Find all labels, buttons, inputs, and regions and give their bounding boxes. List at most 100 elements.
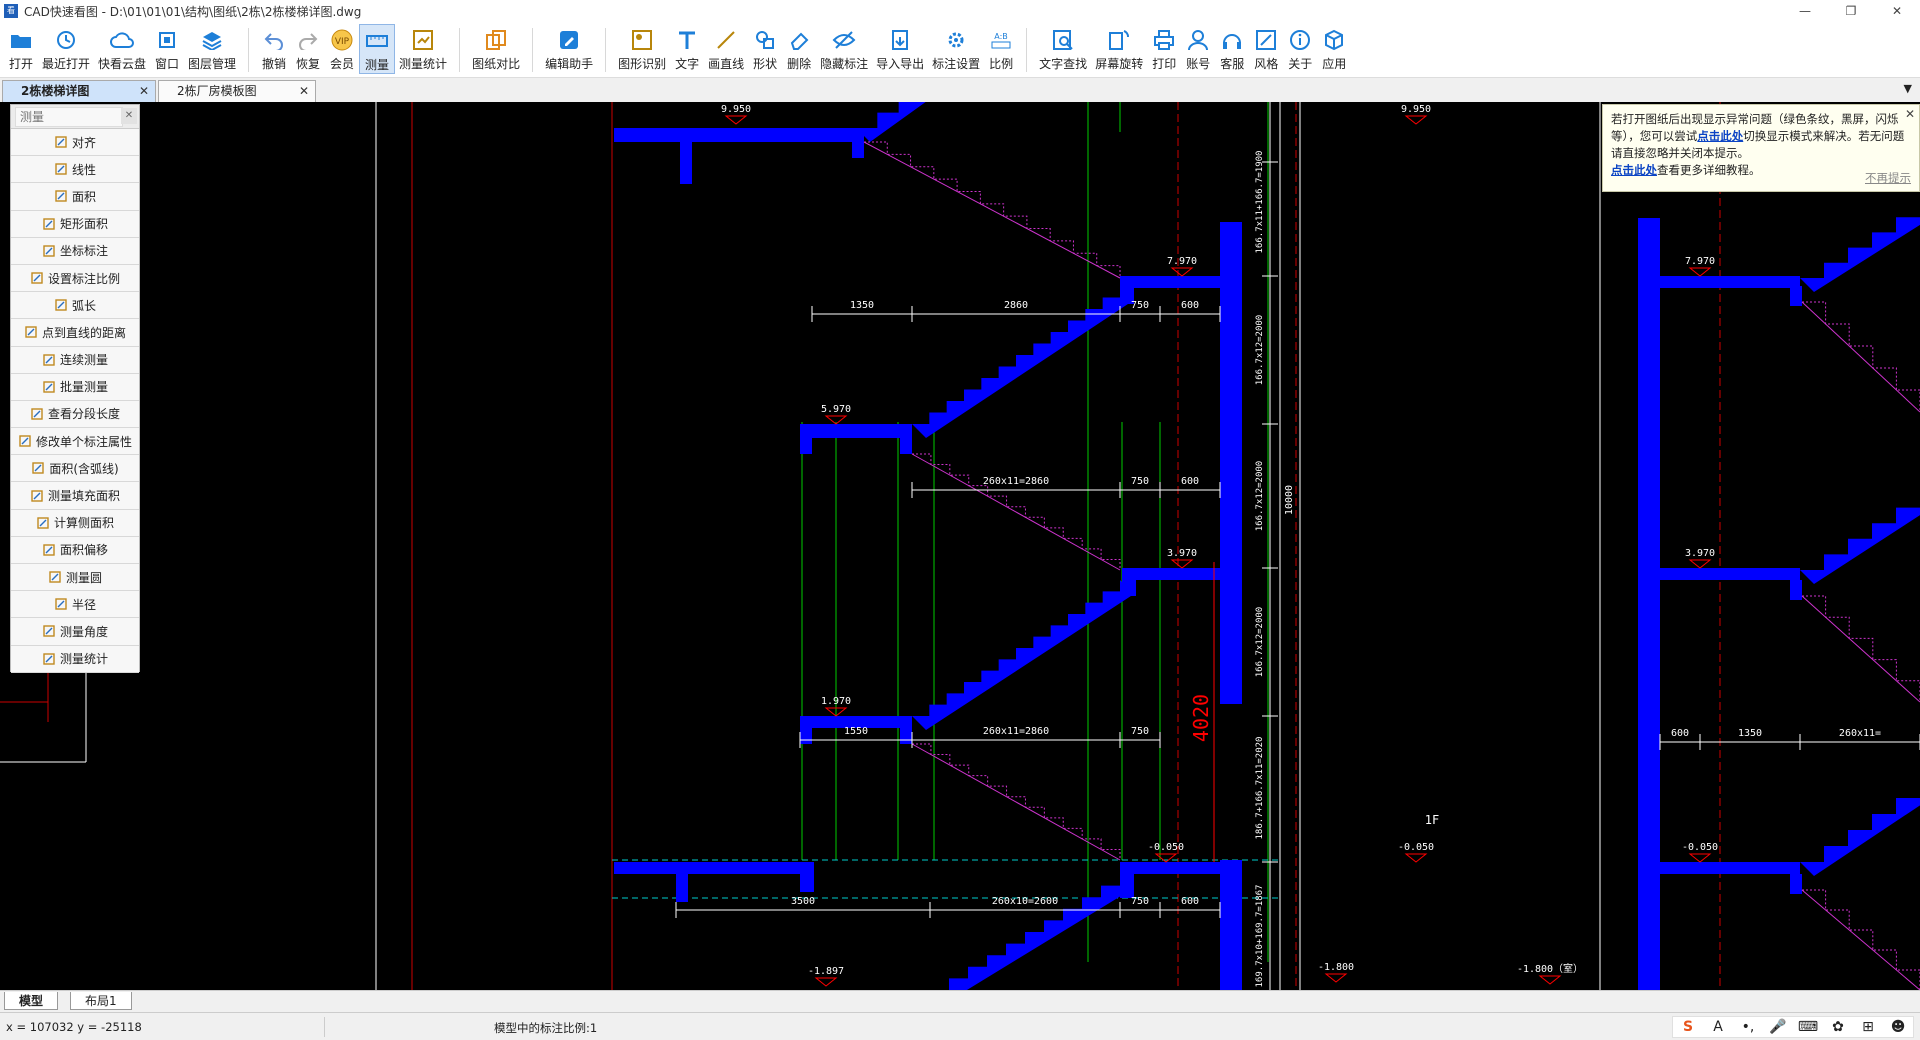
- tab-model[interactable]: 模型: [4, 992, 59, 1010]
- toolbar-button-layers[interactable]: 图层管理: [184, 24, 240, 74]
- measure-item-label: 连续测量: [59, 353, 108, 368]
- linear-measure-icon: [54, 162, 68, 176]
- toolbar-button-import-export[interactable]: 导入导出: [872, 24, 928, 74]
- measure-item-fill-area[interactable]: 测量填充面积: [11, 482, 139, 510]
- measure-item-coordinate[interactable]: 坐标标注: [11, 237, 139, 265]
- toolbar-button-history[interactable]: 最近打开: [38, 24, 94, 74]
- toolbar-button-cloud[interactable]: 快看云盘: [94, 24, 150, 74]
- measure-item-radius[interactable]: 半径: [11, 591, 139, 619]
- measure-item-label: 面积(含弧线): [49, 461, 119, 476]
- headset-icon: [1219, 28, 1245, 52]
- toolbar-separator: [1026, 28, 1028, 72]
- toolbar-button-undo[interactable]: 撤销: [257, 24, 291, 74]
- toolbar-button-folder[interactable]: 打开: [4, 24, 38, 74]
- layers-icon: [199, 28, 225, 52]
- measure-search-input[interactable]: [15, 107, 123, 127]
- toolbar-button-print[interactable]: 打印: [1147, 24, 1181, 74]
- close-icon[interactable]: ✕: [1905, 106, 1915, 123]
- toolbar-button-redo[interactable]: 恢复: [291, 24, 325, 74]
- cad-drawing[interactable]: 9.950 9.950 7.970 7.970 5.970 3.970 3.970 1.970…: [0, 102, 1920, 990]
- toolbar-button-scale[interactable]: A:B 比例: [984, 24, 1018, 74]
- elevation-triangle: [1154, 853, 1178, 863]
- measure-item-measure-stats[interactable]: 测量统计: [11, 645, 139, 673]
- tab-2栋厂房模板图[interactable]: 2栋厂房模板图 ✕: [158, 80, 316, 102]
- measure-item-rect-area[interactable]: 矩形面积: [11, 210, 139, 238]
- landing-slab: [800, 424, 912, 438]
- measure-item-continuous-measure[interactable]: 连续测量: [11, 346, 139, 374]
- toolbar-button-ruler[interactable]: 测量: [359, 24, 396, 74]
- toolbar-button-headset[interactable]: 客服: [1215, 24, 1249, 74]
- toolbar-button-eraser[interactable]: 删除: [782, 24, 816, 74]
- drawing-canvas[interactable]: 9.950 9.950 7.970 7.970 5.970 3.970 3.970 1.970…: [0, 102, 1920, 990]
- measure-item-set-scale[interactable]: 设置标注比例: [11, 264, 139, 293]
- measure-item-side-area[interactable]: 计算侧面积: [11, 509, 139, 537]
- microphone-icon[interactable]: 🎤: [1763, 1019, 1793, 1035]
- skin-icon[interactable]: ✿: [1823, 1019, 1853, 1035]
- measure-item-circle-measure[interactable]: 测量圆: [11, 564, 139, 592]
- mascot-icon[interactable]: ☻: [1883, 1019, 1913, 1035]
- measure-item-area-offset[interactable]: 面积偏移: [11, 536, 139, 564]
- toolbar-button-measure-stats[interactable]: 测量统计: [395, 24, 451, 74]
- measure-item-segment-length[interactable]: 查看分段长度: [11, 400, 139, 429]
- landing-slab: [1660, 862, 1800, 874]
- measure-item-arc-length[interactable]: 弧长: [11, 292, 139, 320]
- measure-item-align-measure[interactable]: 对齐: [11, 129, 139, 157]
- toolbar-button-shape-recognize[interactable]: 图形识别: [614, 24, 670, 74]
- measure-item-arc-area[interactable]: 面积(含弧线): [11, 455, 139, 483]
- toolbar-button-info[interactable]: 关于: [1283, 24, 1317, 74]
- toolbox-icon[interactable]: ⊞: [1853, 1019, 1883, 1035]
- measure-item-label: 测量圆: [65, 570, 102, 585]
- punctuation-icon[interactable]: •,: [1733, 1019, 1763, 1035]
- toolbar-button-window[interactable]: 窗口: [150, 24, 184, 74]
- restore-button[interactable]: ❐: [1828, 0, 1874, 22]
- measure-item-label: 修改单个标注属性: [35, 434, 132, 449]
- measure-item-point-line-distance[interactable]: 点到直线的距离: [11, 319, 139, 347]
- batch-measure-icon: [42, 380, 56, 394]
- minimize-button[interactable]: —: [1782, 0, 1828, 22]
- sogou-icon[interactable]: S: [1673, 1019, 1703, 1035]
- tab-2栋楼梯详图[interactable]: 2栋楼梯详图 ✕: [2, 80, 156, 102]
- keyboard-icon[interactable]: ⌨: [1793, 1019, 1823, 1035]
- style-icon: [1253, 28, 1279, 52]
- elevation-label: -1.800: [1318, 962, 1354, 973]
- input-mode-icon[interactable]: A: [1703, 1019, 1733, 1035]
- toolbar-button-text[interactable]: 文字: [670, 24, 704, 74]
- elevation-triangle: [1688, 267, 1712, 277]
- toolbar-button-shape[interactable]: 形状: [748, 24, 782, 74]
- toolbar-button-edit-assistant[interactable]: 编辑助手: [541, 24, 597, 74]
- notice-link-switch-mode[interactable]: 点击此处: [1697, 129, 1743, 143]
- tab-close-icon[interactable]: ✕: [139, 81, 149, 102]
- tab-layout1[interactable]: 布局1: [70, 992, 132, 1010]
- toolbar-button-cube[interactable]: 应用: [1317, 24, 1351, 74]
- stair-flight: [1800, 492, 1920, 584]
- elevation-triangle: [1538, 975, 1562, 985]
- toolbar-button-compare[interactable]: 图纸对比: [468, 24, 524, 74]
- status-bar: x = 107032 y = -25118 模型中的标注比例:1 S A •, …: [0, 1012, 1920, 1040]
- close-icon[interactable]: ✕: [121, 108, 137, 124]
- toolbar-button-user[interactable]: 账号: [1181, 24, 1215, 74]
- toolbar-button-annotation-settings[interactable]: 标注设置: [928, 24, 984, 74]
- toolbar-button-label: 客服: [1220, 57, 1245, 71]
- measure-item-edit-annotation[interactable]: 修改单个标注属性: [11, 428, 139, 456]
- toolbar-button-style[interactable]: 风格: [1249, 24, 1283, 74]
- measure-item-linear-measure[interactable]: 线性: [11, 156, 139, 184]
- toolbar-button-label: 打印: [1152, 57, 1177, 71]
- close-button[interactable]: ✕: [1874, 0, 1920, 22]
- measure-item-area[interactable]: 面积: [11, 183, 139, 211]
- toolbar-button-label: 形状: [753, 57, 778, 71]
- toolbar-button-line[interactable]: 画直线: [704, 24, 748, 74]
- notice-link-tutorial[interactable]: 点击此处: [1611, 163, 1657, 177]
- toolbar-button-rotate[interactable]: 屏幕旋转: [1091, 24, 1147, 74]
- elevation-label: 7.970: [1167, 256, 1197, 267]
- toolbar-button-hide-eye[interactable]: 隐藏标注: [816, 24, 872, 74]
- tab-close-icon[interactable]: ✕: [299, 81, 309, 102]
- measure-item-label: 矩形面积: [59, 217, 108, 232]
- toolbar-button-vip[interactable]: VIP 会员: [325, 24, 359, 74]
- measure-item-batch-measure[interactable]: 批量测量: [11, 373, 139, 401]
- toolbar-button-text-search[interactable]: 文字查找: [1035, 24, 1091, 74]
- dont-show-again-link[interactable]: 不再提示: [1865, 170, 1911, 187]
- measure-item-angle[interactable]: 测量角度: [11, 618, 139, 646]
- tabs-menu-icon[interactable]: ▼: [1904, 82, 1912, 95]
- beam: [1790, 286, 1802, 306]
- folder-icon: [8, 28, 34, 52]
